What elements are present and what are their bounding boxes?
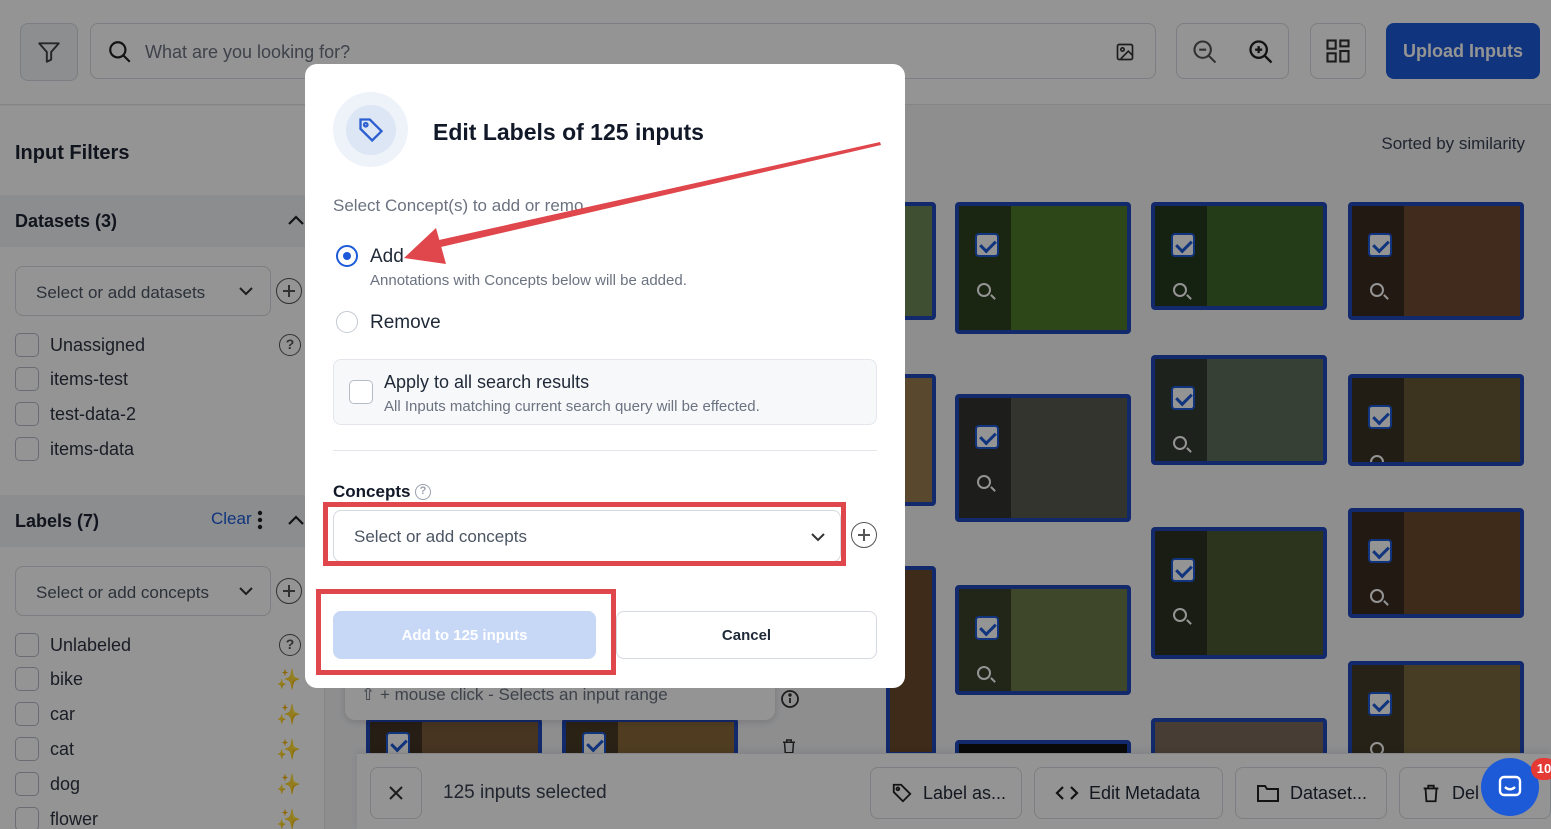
apply-all-option[interactable]: Apply to all search results All Inputs m… xyxy=(333,359,877,425)
modal-title: Edit Labels of 125 inputs xyxy=(433,119,704,145)
add-concept-button[interactable] xyxy=(851,522,877,548)
remove-radio-label[interactable]: Remove xyxy=(370,312,441,334)
annotation-highlight-concepts xyxy=(323,502,846,566)
add-radio[interactable] xyxy=(336,245,358,267)
apply-all-label: Apply to all search results xyxy=(384,372,590,392)
modal-icon-badge xyxy=(333,92,408,167)
annotation-highlight-submit xyxy=(316,589,616,675)
apply-all-checkbox[interactable] xyxy=(349,380,373,404)
apply-all-description: All Inputs matching current search query… xyxy=(384,398,760,415)
modal-subtitle: Select Concept(s) to add or remo xyxy=(333,196,584,215)
concepts-label: Concepts xyxy=(333,482,411,501)
remove-radio[interactable] xyxy=(336,311,358,333)
cancel-button[interactable]: Cancel xyxy=(616,611,877,659)
chat-unread-badge: 10 xyxy=(1531,758,1551,780)
question-icon[interactable]: ? xyxy=(415,484,431,500)
chat-icon xyxy=(1498,775,1522,797)
divider xyxy=(333,450,877,451)
add-radio-label[interactable]: Add xyxy=(370,246,404,268)
tag-icon xyxy=(358,117,383,142)
add-radio-description: Annotations with Concepts below will be … xyxy=(370,272,687,289)
